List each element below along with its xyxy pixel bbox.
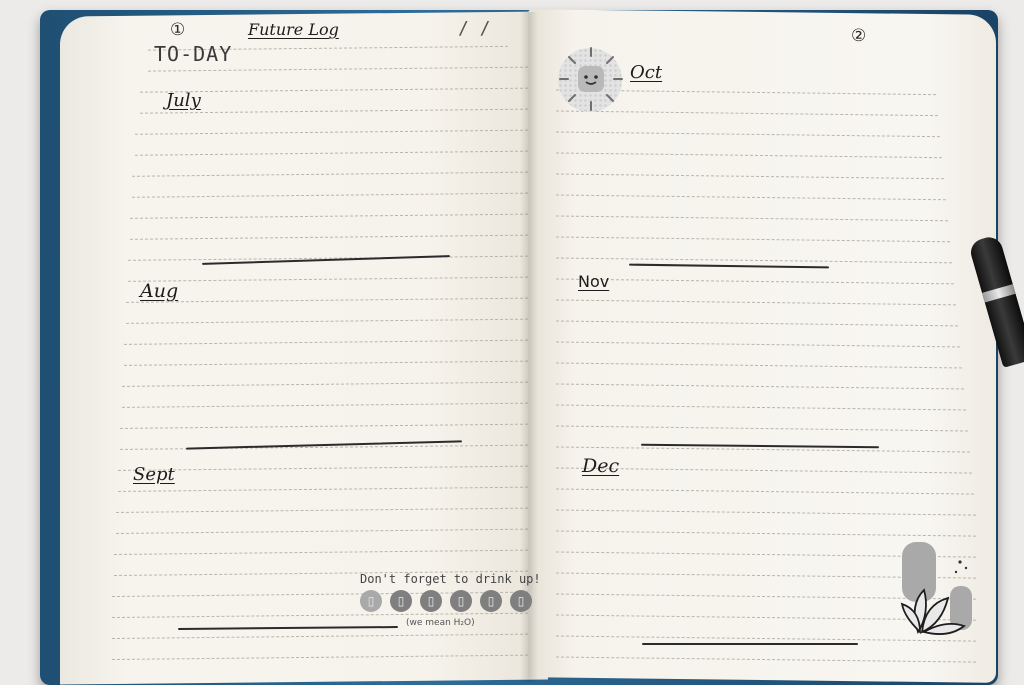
date-slash: / / — [458, 18, 491, 39]
water-glass-icon: ▯ — [360, 590, 382, 612]
water-glass-icon: ▯ — [510, 590, 532, 612]
today-logo: TO-DAY — [154, 42, 233, 66]
pen-band — [982, 284, 1016, 303]
sun-sticker-icon — [559, 47, 623, 111]
month-dec: Dec — [582, 455, 620, 477]
water-glass-icon: ▯ — [390, 590, 412, 612]
drink-sticker-note: (we mean H₂O) — [406, 618, 475, 628]
month-aug: Aug — [140, 280, 179, 302]
water-glass-icon: ▯ — [420, 590, 442, 612]
page-number-right: ② — [851, 26, 867, 46]
drink-sticker-text: Don't forget to drink up! — [360, 572, 541, 586]
leaf-sticker-icon — [900, 542, 972, 635]
water-glass-icon: ▯ — [480, 590, 502, 612]
future-log-title: Future Log — [248, 20, 339, 39]
water-glass-icon: ▯ — [450, 590, 472, 612]
month-sept: Sept — [133, 464, 175, 485]
page-number-left: ① — [170, 20, 186, 40]
month-july: July — [166, 90, 201, 111]
water-cups-row: ▯ ▯ ▯ ▯ ▯ ▯ — [360, 590, 540, 616]
month-nov: Nov — [578, 272, 610, 291]
divider-line — [642, 643, 858, 645]
month-oct: Oct — [630, 62, 663, 83]
journal-photo: ① TO-DAY Future Log / / July Aug Sept Do… — [0, 0, 1024, 685]
